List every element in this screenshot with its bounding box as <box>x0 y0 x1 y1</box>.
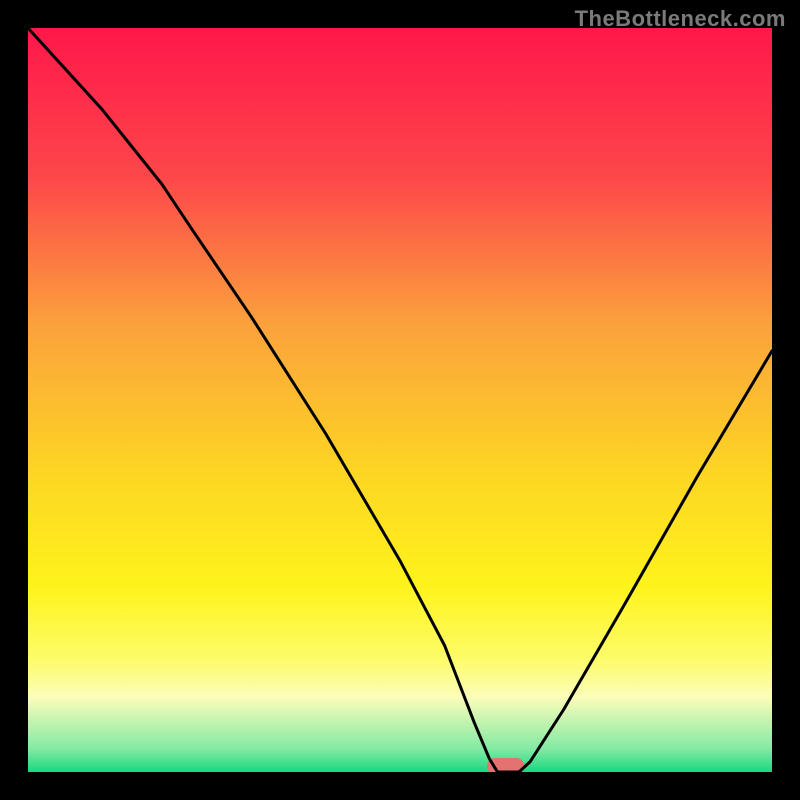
chart-svg <box>0 0 800 800</box>
border-bottom <box>0 772 800 800</box>
border-right <box>772 0 800 800</box>
chart-frame: TheBottleneck.com <box>0 0 800 800</box>
plot-background <box>28 28 772 772</box>
watermark-text: TheBottleneck.com <box>575 6 786 32</box>
border-left <box>0 0 28 800</box>
